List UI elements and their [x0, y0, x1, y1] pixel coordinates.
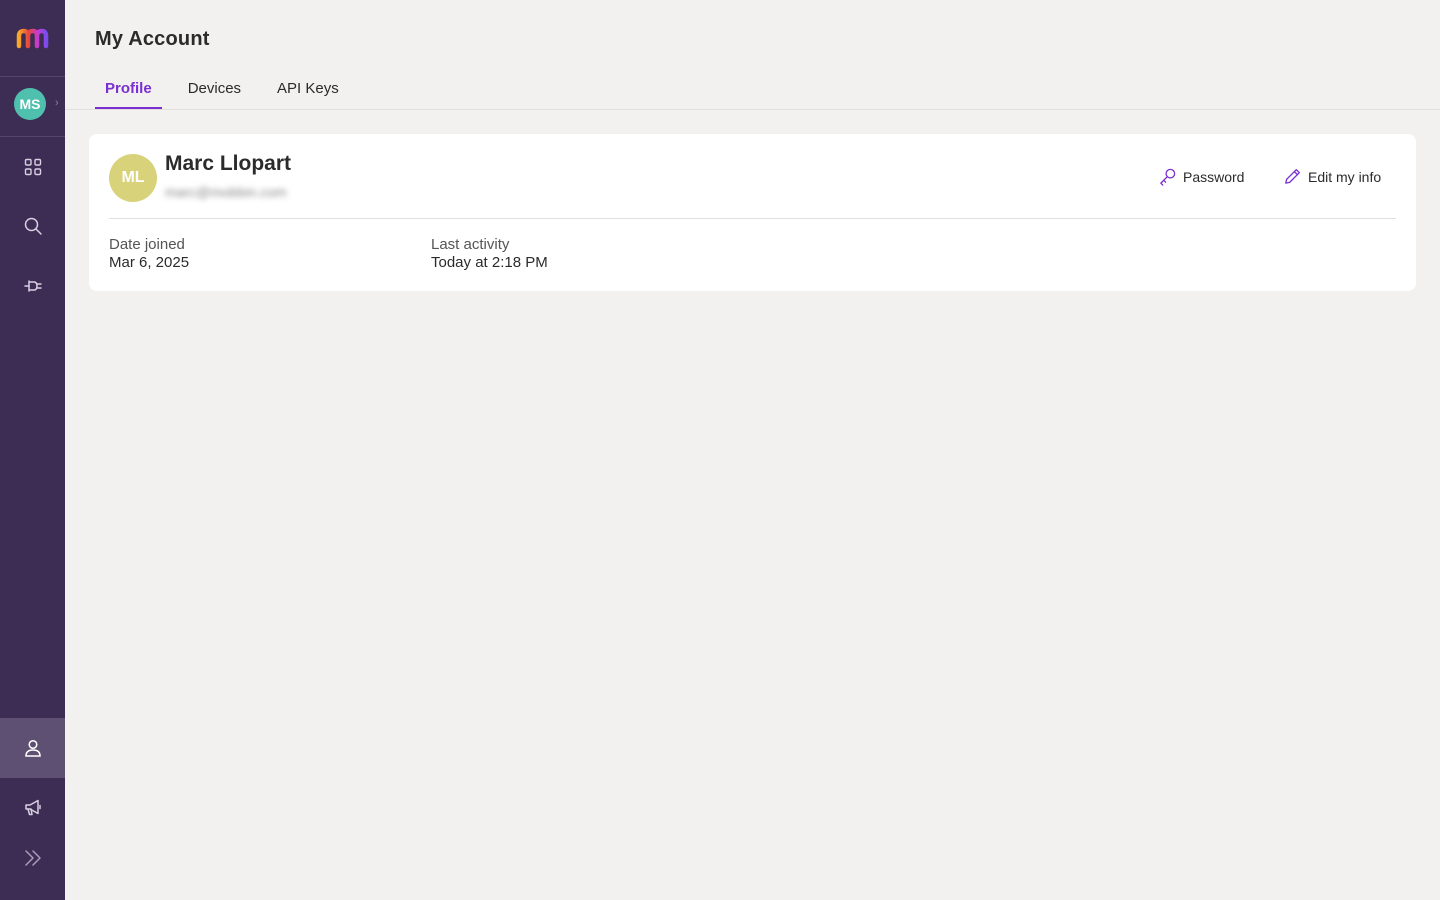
card-divider	[109, 218, 1396, 219]
profile-avatar: ML	[109, 154, 157, 202]
tab-api-keys[interactable]: API Keys	[267, 72, 349, 109]
profile-name: Marc Llopart	[165, 152, 292, 175]
tab-bar: Profile Devices API Keys	[95, 72, 365, 109]
tab-devices[interactable]: Devices	[178, 72, 251, 109]
user-icon	[24, 739, 41, 757]
tabs-divider	[65, 109, 1440, 110]
user-menu[interactable]: MS ›	[0, 77, 65, 137]
date-joined-value: Mar 6, 2025	[109, 254, 190, 271]
page-title: My Account	[95, 28, 210, 50]
plug-icon	[23, 280, 42, 292]
chevron-right-icon: ›	[55, 97, 59, 109]
logo-icon	[16, 28, 48, 49]
double-chevron-right-icon	[24, 850, 41, 866]
sidebar-item-account[interactable]	[0, 718, 65, 778]
pencil-icon	[1285, 168, 1301, 184]
tab-profile[interactable]: Profile	[95, 72, 162, 109]
last-activity-value: Today at 2:18 PM	[431, 254, 548, 271]
grid-icon	[24, 158, 41, 176]
edit-info-label: Edit my info	[1308, 168, 1382, 185]
profile-email: marc@mobbin.com	[165, 184, 287, 200]
app-logo[interactable]	[0, 0, 65, 77]
edit-info-button[interactable]: Edit my info	[1283, 167, 1381, 186]
sidebar-item-integrations[interactable]	[0, 256, 65, 316]
user-avatar[interactable]: MS	[14, 88, 46, 120]
megaphone-icon	[24, 799, 41, 816]
password-label: Password	[1183, 168, 1245, 185]
search-icon	[24, 217, 42, 235]
sidebar-item-home[interactable]	[0, 137, 65, 197]
sidebar-expand-button[interactable]	[0, 828, 65, 888]
sidebar: MS ›	[0, 0, 65, 900]
date-joined-label: Date joined	[109, 236, 185, 253]
main-content: My Account Profile Devices API Keys ML M…	[65, 0, 1440, 900]
key-icon	[1160, 168, 1176, 186]
password-button[interactable]: Password	[1158, 167, 1244, 186]
profile-card: ML Marc Llopart marc@mobbin.com Password…	[89, 134, 1416, 291]
sidebar-item-search[interactable]	[0, 196, 65, 256]
last-activity-label: Last activity	[431, 236, 510, 253]
